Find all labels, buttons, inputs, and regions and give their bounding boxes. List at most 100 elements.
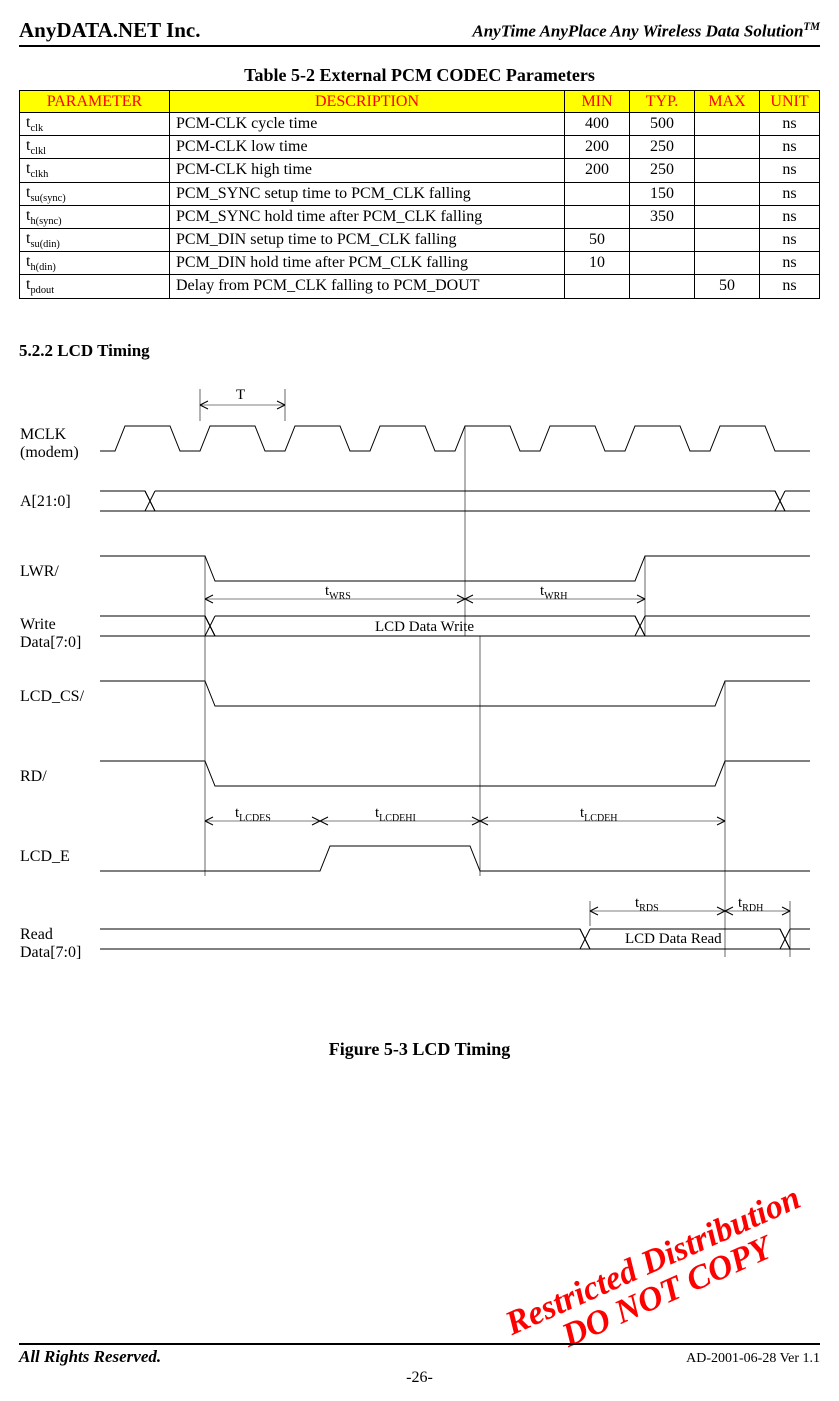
cell-param: tsu(din) xyxy=(20,228,170,251)
cell-typ: 500 xyxy=(630,113,695,136)
cell-param: tclkl xyxy=(20,136,170,159)
cell-max: 50 xyxy=(695,275,760,298)
cell-min xyxy=(565,275,630,298)
cell-desc: Delay from PCM_CLK falling to PCM_DOUT xyxy=(170,275,565,298)
cell-desc: PCM_DIN hold time after PCM_CLK falling xyxy=(170,252,565,275)
cell-param: tclkh xyxy=(20,159,170,182)
section-heading-lcd-timing: 5.2.2 LCD Timing xyxy=(19,341,820,361)
footer-left: All Rights Reserved. xyxy=(19,1347,161,1367)
table-row: tclklPCM-CLK low time200250 ns xyxy=(20,136,820,159)
label-trds-sub: RDS xyxy=(639,903,658,914)
sig-label-wdata1: Write xyxy=(20,616,56,633)
table-row: tclkPCM-CLK cycle time400500 ns xyxy=(20,113,820,136)
sig-label-addr: A[21:0] xyxy=(20,493,71,510)
table-row: tclkhPCM-CLK high time200250 ns xyxy=(20,159,820,182)
th-min: MIN xyxy=(565,91,630,113)
cell-param: tclk xyxy=(20,113,170,136)
cell-unit: ns xyxy=(760,252,820,275)
cell-typ: 250 xyxy=(630,136,695,159)
th-parameter: PARAMETER xyxy=(20,91,170,113)
cell-min: 10 xyxy=(565,252,630,275)
sig-label-rdata2: Data[7:0] xyxy=(20,944,81,961)
label-tlcdes-sub: LCDES xyxy=(239,813,271,824)
cell-desc: PCM-CLK cycle time xyxy=(170,113,565,136)
cell-min xyxy=(565,182,630,205)
table-row: tpdoutDelay from PCM_CLK falling to PCM_… xyxy=(20,275,820,298)
th-unit: UNIT xyxy=(760,91,820,113)
svg-text:tWRS: tWRS xyxy=(325,583,351,602)
cell-desc: PCM_SYNC hold time after PCM_CLK falling xyxy=(170,205,565,228)
svg-text:tRDH: tRDH xyxy=(738,895,763,914)
sig-label-lcde: LCD_E xyxy=(20,848,70,865)
page-header: AnyDATA.NET Inc. AnyTime AnyPlace Any Wi… xyxy=(19,18,820,47)
cell-min: 200 xyxy=(565,159,630,182)
svg-text:tLCDEHI: tLCDEHI xyxy=(375,805,416,824)
cell-max xyxy=(695,205,760,228)
footer-page-number: -26- xyxy=(19,1369,820,1387)
figure-caption: Figure 5-3 LCD Timing xyxy=(19,1039,820,1060)
table-row: tsu(din)PCM_DIN setup time to PCM_CLK fa… xyxy=(20,228,820,251)
sig-label-lcdcs: LCD_CS/ xyxy=(20,688,85,705)
sig-label-lwr: LWR/ xyxy=(20,563,59,580)
cell-max xyxy=(695,252,760,275)
cell-desc: PCM-CLK low time xyxy=(170,136,565,159)
th-max: MAX xyxy=(695,91,760,113)
period-T: T xyxy=(200,387,285,421)
cell-unit: ns xyxy=(760,136,820,159)
table-header-row: PARAMETER DESCRIPTION MIN TYP. MAX UNIT xyxy=(20,91,820,113)
lcde-dims: tLCDES tLCDEHI tLCDEH xyxy=(205,805,725,825)
addr-waveform xyxy=(100,491,810,511)
table-row: th(din)PCM_DIN hold time after PCM_CLK f… xyxy=(20,252,820,275)
cell-desc: PCM_DIN setup time to PCM_CLK falling xyxy=(170,228,565,251)
label-T: T xyxy=(236,387,245,403)
label-tlcdehi-sub: LCDEHI xyxy=(379,813,416,824)
header-tagline-tm: TM xyxy=(803,21,820,33)
twrs-twrh: tWRS tWRH xyxy=(205,583,645,603)
cell-param: th(sync) xyxy=(20,205,170,228)
cell-desc: PCM-CLK high time xyxy=(170,159,565,182)
sig-label-rd: RD/ xyxy=(20,768,47,785)
label-twrh-sub: WRH xyxy=(544,591,567,602)
table-row: tsu(sync)PCM_SYNC setup time to PCM_CLK … xyxy=(20,182,820,205)
lwr-waveform xyxy=(100,556,810,581)
rd-waveform xyxy=(100,761,810,786)
cell-max xyxy=(695,136,760,159)
svg-text:tLCDEH: tLCDEH xyxy=(580,805,618,824)
label-lcd-data-read: LCD Data Read xyxy=(625,931,722,947)
cell-min: 200 xyxy=(565,136,630,159)
cell-desc: PCM_SYNC setup time to PCM_CLK falling xyxy=(170,182,565,205)
pcm-codec-parameters-table: PARAMETER DESCRIPTION MIN TYP. MAX UNIT … xyxy=(19,90,820,299)
cell-unit: ns xyxy=(760,228,820,251)
cell-param: th(din) xyxy=(20,252,170,275)
sig-label-modem: (modem) xyxy=(20,444,79,461)
cell-typ xyxy=(630,252,695,275)
cell-param: tsu(sync) xyxy=(20,182,170,205)
cell-unit: ns xyxy=(760,159,820,182)
cell-max xyxy=(695,113,760,136)
cell-unit: ns xyxy=(760,275,820,298)
cell-typ: 250 xyxy=(630,159,695,182)
svg-text:tWRH: tWRH xyxy=(540,583,568,602)
sig-label-mclk: MCLK xyxy=(20,426,67,443)
label-trdh-sub: RDH xyxy=(742,903,763,914)
label-lcd-data-write: LCD Data Write xyxy=(375,619,474,635)
cell-min: 400 xyxy=(565,113,630,136)
watermark-line1: Restricted Distribution xyxy=(501,1181,806,1342)
wdata-waveform: LCD Data Write xyxy=(100,616,810,636)
rdata-waveform: LCD Data Read xyxy=(100,929,810,949)
header-tagline-text: AnyTime AnyPlace Any Wireless Data Solut… xyxy=(472,22,803,41)
cell-unit: ns xyxy=(760,113,820,136)
th-typ: TYP. xyxy=(630,91,695,113)
header-tagline: AnyTime AnyPlace Any Wireless Data Solut… xyxy=(472,21,820,42)
cell-typ xyxy=(630,228,695,251)
label-twrs-sub: WRS xyxy=(329,591,351,602)
header-company: AnyDATA.NET Inc. xyxy=(19,18,200,43)
mclk-waveform xyxy=(100,426,810,451)
page-footer: All Rights Reserved. AD-2001-06-28 Ver 1… xyxy=(19,1343,820,1387)
cell-typ: 150 xyxy=(630,182,695,205)
th-description: DESCRIPTION xyxy=(170,91,565,113)
sig-label-rdata1: Read xyxy=(20,926,53,943)
cell-min: 50 xyxy=(565,228,630,251)
lcde-waveform xyxy=(100,846,810,871)
cell-typ: 350 xyxy=(630,205,695,228)
